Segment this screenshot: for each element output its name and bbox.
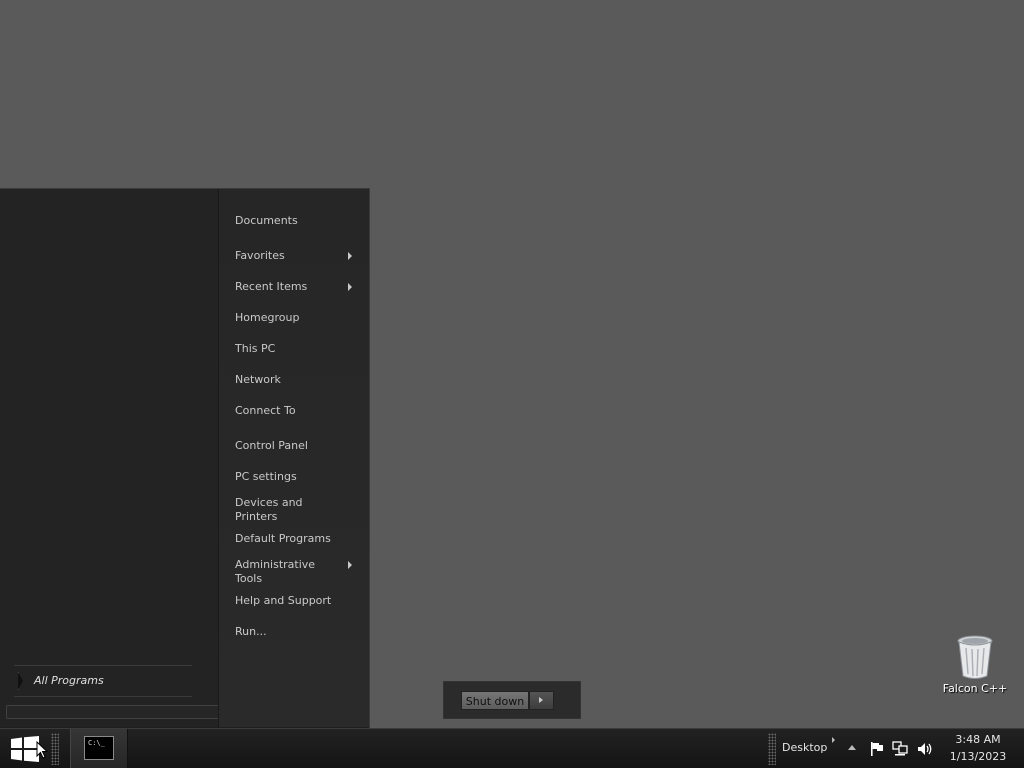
toolbar-grip[interactable]: [768, 733, 776, 765]
command-prompt-icon: C:\_: [84, 736, 114, 760]
start-menu-item[interactable]: Default Programs: [235, 532, 355, 546]
start-menu-item[interactable]: Help and Support: [235, 594, 355, 608]
start-menu-item[interactable]: Control Panel: [235, 439, 355, 453]
shutdown-area: Shut down: [443, 681, 581, 719]
start-menu-item-label: Devices and Printers: [235, 496, 303, 523]
taskbar: C:\_ Desktop 3:48 AM 1/13/2023: [0, 728, 1024, 768]
taskbar-app-command-prompt[interactable]: C:\_: [70, 729, 128, 768]
start-menu-places-pane: Documents Favorites Recent Items Homegroup T…: [218, 189, 581, 727]
start-menu-item[interactable]: Favorites: [235, 249, 355, 263]
desktop-toolbar-label[interactable]: Desktop: [782, 741, 827, 754]
start-menu-item-label: Connect To: [235, 404, 296, 417]
start-menu: All Programs Documents Favorites Recent It…: [0, 188, 581, 728]
command-prompt-glyph: C:\_: [88, 739, 105, 747]
chevron-right-icon: [18, 672, 23, 690]
start-menu-item-label: Documents: [235, 214, 298, 227]
start-menu-item[interactable]: Administrative Tools: [235, 558, 355, 586]
start-menu-item-label: Run...: [235, 625, 267, 638]
chevron-right-icon[interactable]: [832, 737, 835, 743]
volume-icon[interactable]: [916, 741, 934, 757]
network-icon[interactable]: [892, 741, 909, 757]
start-menu-item[interactable]: This PC: [235, 342, 355, 356]
clock-date[interactable]: 1/13/2023: [940, 750, 1016, 763]
start-menu-item[interactable]: Documents: [235, 214, 355, 228]
start-menu-item-label: Recent Items: [235, 280, 308, 293]
start-menu-item-label: PC settings: [235, 470, 297, 483]
clock-time[interactable]: 3:48 AM: [940, 733, 1016, 746]
start-menu-item-label: Network: [235, 373, 281, 386]
start-menu-item-label: Homegroup: [235, 311, 300, 324]
submenu-arrow-icon: [348, 283, 352, 291]
taskbar-grip[interactable]: [51, 733, 59, 765]
start-search-input[interactable]: [6, 705, 222, 719]
start-menu-item[interactable]: Recent Items: [235, 280, 355, 294]
all-programs-button[interactable]: All Programs: [14, 665, 192, 697]
start-menu-item-label: Default Programs: [235, 532, 331, 545]
action-center-flag-icon[interactable]: [869, 741, 885, 757]
show-hidden-icons-icon[interactable]: [848, 745, 856, 750]
start-menu-item[interactable]: Connect To: [235, 404, 355, 418]
all-programs-label: All Programs: [34, 674, 104, 687]
start-menu-item[interactable]: Run...: [235, 625, 355, 639]
start-menu-item-label: Help and Support: [235, 594, 332, 607]
start-menu-item-label: This PC: [235, 342, 276, 355]
desktop-icon-recycle-bin[interactable]: Falcon C++: [940, 632, 1010, 698]
shutdown-button[interactable]: Shut down: [461, 691, 529, 710]
desktop-background[interactable]: All Programs Documents Favorites Recent It…: [0, 0, 1024, 728]
submenu-arrow-icon: [348, 252, 352, 260]
submenu-arrow-icon: [348, 561, 352, 569]
chevron-right-icon: [539, 697, 543, 703]
start-menu-item[interactable]: PC settings: [235, 470, 355, 484]
start-menu-item-label: Control Panel: [235, 439, 308, 452]
windows-logo-icon: [11, 736, 39, 762]
start-menu-item[interactable]: Network: [235, 373, 355, 387]
shutdown-options-button[interactable]: [529, 691, 554, 710]
desktop-icon-label: Falcon C++: [942, 682, 1008, 695]
start-menu-item[interactable]: Homegroup: [235, 311, 355, 325]
recycle-bin-icon: [957, 635, 993, 679]
mouse-cursor-icon: [36, 741, 48, 759]
start-menu-programs-pane: All Programs: [0, 189, 222, 727]
start-menu-item-label: Administrative Tools: [235, 558, 316, 585]
start-menu-item[interactable]: Devices and Printers: [235, 496, 355, 524]
start-menu-item-label: Favorites: [235, 249, 285, 262]
